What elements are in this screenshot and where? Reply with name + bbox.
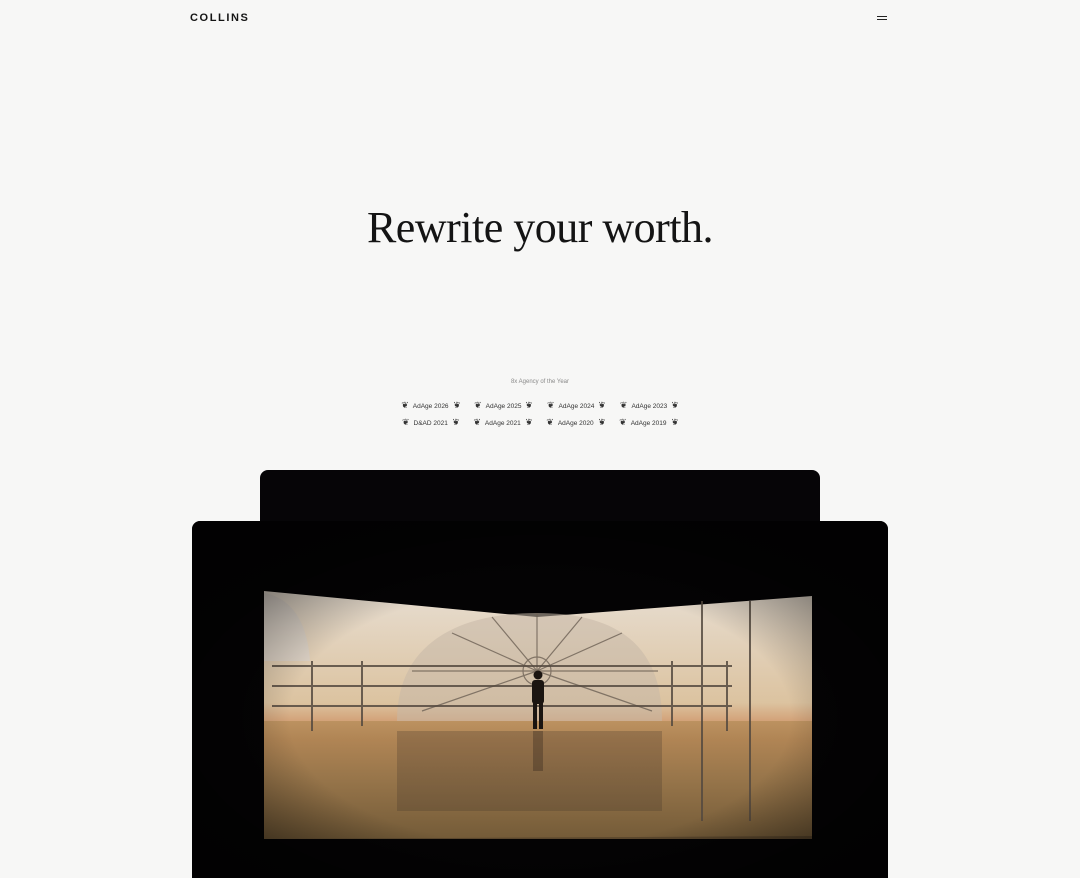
hero-video[interactable] — [192, 521, 888, 878]
awards-row-2: ❦ D&AD 2021 ❦ ❦ AdAge 2021 ❦ ❦ AdAge 202… — [0, 417, 1080, 429]
laurel-left-icon: ❦ — [546, 417, 554, 428]
hamburger-icon — [877, 16, 887, 18]
laurel-right-icon: ❦ — [452, 400, 461, 411]
award-badge: ❦ D&AD 2021 ❦ — [402, 417, 459, 429]
award-badge: ❦ AdAge 2023 ❦ — [620, 400, 679, 412]
laurel-left-icon: ❦ — [473, 417, 481, 428]
award-label: AdAge 2023 — [631, 402, 668, 410]
award-label: AdAge 2026 — [412, 402, 449, 410]
laurel-right-icon: ❦ — [525, 400, 533, 411]
laurel-right-icon: ❦ — [451, 417, 460, 428]
awards-row-1: ❦ AdAge 2026 ❦ ❦ AdAge 2025 ❦ ❦ AdAge 20… — [0, 400, 1080, 412]
award-label: AdAge 2020 — [557, 419, 594, 427]
laurel-right-icon: ❦ — [597, 417, 606, 428]
laurel-right-icon: ❦ — [670, 417, 679, 428]
laurel-left-icon: ❦ — [619, 400, 628, 411]
award-badge: ❦ AdAge 2025 ❦ — [474, 400, 533, 412]
award-label: AdAge 2024 — [558, 402, 595, 410]
laurel-left-icon: ❦ — [619, 417, 627, 428]
award-label: D&AD 2021 — [413, 419, 448, 427]
awards-caption: 8x Agency of the Year — [510, 379, 570, 385]
award-label: AdAge 2019 — [630, 419, 667, 427]
award-label: AdAge 2021 — [484, 419, 521, 427]
award-badge: ❦ AdAge 2020 ❦ — [546, 417, 605, 429]
hero-headline: Rewrite your worth. — [366, 203, 714, 252]
video-frame-scene — [192, 521, 888, 878]
laurel-right-icon: ❦ — [671, 400, 679, 411]
hamburger-icon-line — [877, 19, 887, 21]
laurel-left-icon: ❦ — [547, 400, 555, 411]
laurel-left-icon: ❦ — [474, 400, 482, 411]
menu-button[interactable] — [874, 10, 890, 26]
laurel-left-icon: ❦ — [401, 417, 410, 428]
laurel-right-icon: ❦ — [524, 417, 533, 428]
award-badge: ❦ AdAge 2019 ❦ — [619, 417, 678, 429]
award-badge: ❦ AdAge 2026 ❦ — [401, 400, 460, 412]
laurel-left-icon: ❦ — [401, 400, 409, 411]
collins-logo[interactable]: COLLINS — [190, 12, 249, 24]
laurel-right-icon: ❦ — [598, 400, 606, 411]
award-label: AdAge 2025 — [485, 402, 522, 410]
award-badge: ❦ AdAge 2024 ❦ — [547, 400, 606, 412]
award-badge: ❦ AdAge 2021 ❦ — [473, 417, 532, 429]
